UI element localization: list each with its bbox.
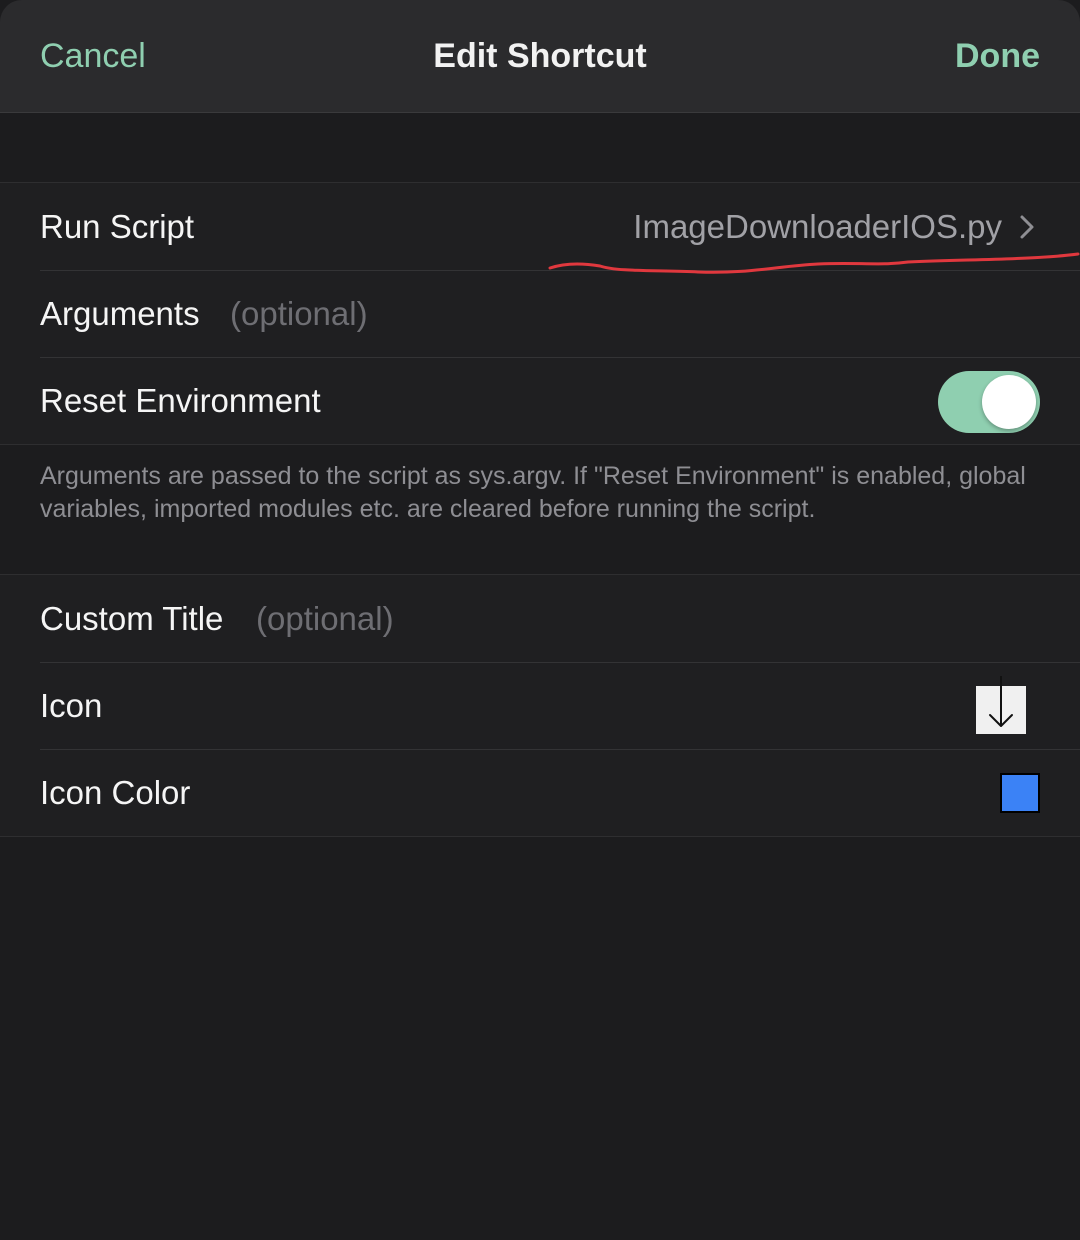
icon-row[interactable]: Icon — [0, 662, 1080, 749]
run-script-value: ImageDownloaderIOS.py — [633, 208, 1002, 245]
reset-environment-toggle[interactable] — [938, 371, 1040, 433]
page-title: Edit Shortcut — [433, 37, 647, 75]
chevron-right-icon — [1020, 215, 1034, 239]
script-settings-group: Run Script ImageDownloaderIOS.py Argumen… — [0, 182, 1080, 445]
arguments-help-text: Arguments are passed to the script as sy… — [40, 462, 1026, 523]
icon-color-row[interactable]: Icon Color — [0, 749, 1080, 836]
icon-label: Icon — [40, 687, 103, 724]
run-script-row[interactable]: Run Script ImageDownloaderIOS.py — [0, 183, 1080, 270]
arguments-label: Arguments — [40, 295, 200, 332]
custom-title-row: Custom Title — [0, 575, 1080, 662]
reset-environment-row: Reset Environment — [0, 357, 1080, 444]
arguments-row: Arguments — [0, 270, 1080, 357]
done-button[interactable]: Done — [955, 34, 1040, 78]
reset-environment-label: Reset Environment — [40, 382, 321, 419]
nav-bar: Cancel Edit Shortcut Done — [0, 0, 1080, 113]
arrow-down-icon — [989, 676, 1013, 727]
run-script-label: Run Script — [40, 208, 195, 245]
icon-preview[interactable] — [976, 676, 1026, 734]
icon-color-label: Icon Color — [40, 774, 191, 811]
appearance-group: Custom Title Icon Icon Color — [0, 574, 1080, 837]
custom-title-label: Custom Title — [40, 600, 224, 637]
icon-color-swatch[interactable] — [1000, 773, 1040, 813]
toggle-knob — [982, 375, 1036, 429]
custom-title-input[interactable] — [256, 591, 1040, 647]
arguments-input[interactable] — [230, 286, 1040, 342]
